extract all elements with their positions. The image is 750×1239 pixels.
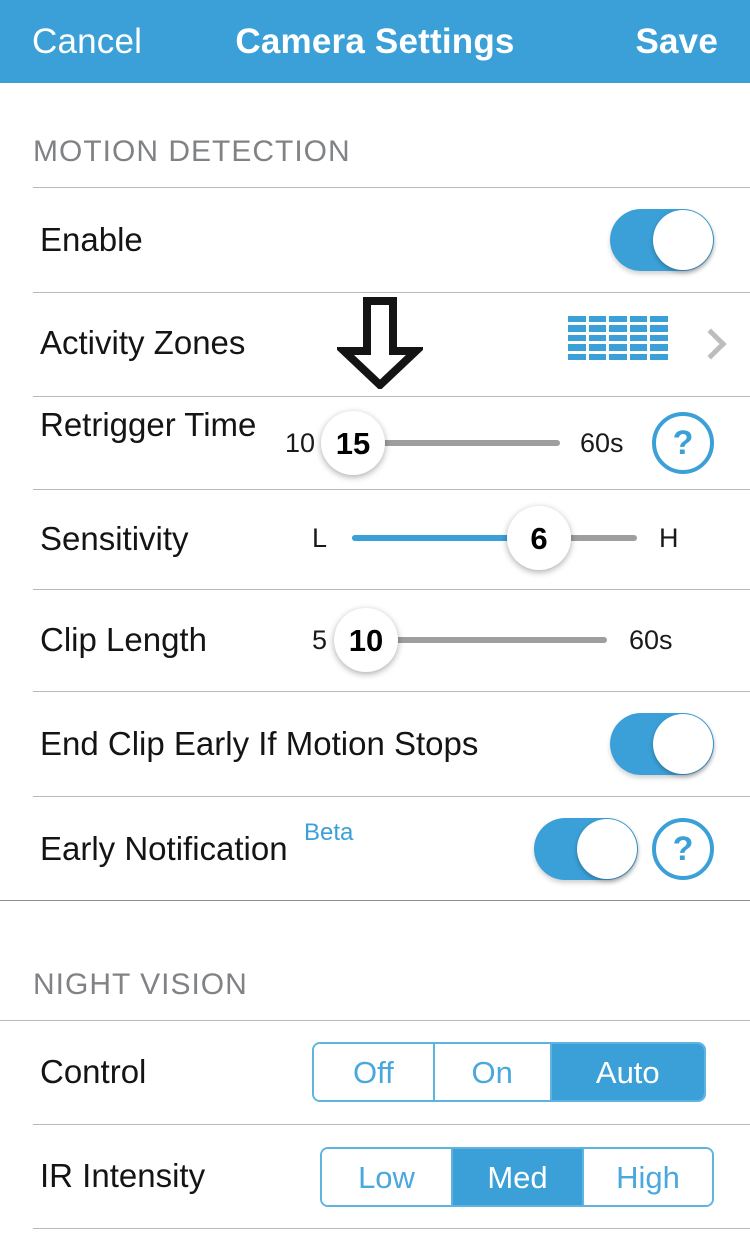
zone-cell: [630, 316, 648, 322]
zone-cell: [650, 344, 668, 350]
end-clip-early-toggle[interactable]: [610, 713, 714, 775]
beta-badge: Beta: [304, 821, 353, 845]
sensitivity-min-label: L: [312, 525, 327, 552]
activity-zone-grid-icon[interactable]: [568, 316, 668, 360]
zone-cell: [609, 325, 627, 331]
row-control[interactable]: Control Off On Auto: [0, 1021, 750, 1124]
row-enable[interactable]: Enable: [0, 188, 750, 292]
chevron-right-icon[interactable]: [695, 328, 726, 359]
zone-cell: [589, 354, 607, 360]
retrigger-time-slider[interactable]: 10 15 60s: [340, 419, 560, 467]
clip-length-min-label: 5: [312, 627, 327, 654]
row-label-sensitivity: Sensitivity: [40, 519, 189, 559]
row-early-notification[interactable]: Early Notification Beta ?: [0, 797, 750, 900]
camera-settings-screen: Cancel Camera Settings Save MOTION DETEC…: [0, 0, 750, 1239]
zone-cell: [589, 335, 607, 341]
zone-cell: [630, 325, 648, 331]
zone-cell: [609, 316, 627, 322]
zone-cell: [589, 325, 607, 331]
row-label-early-notification: Early Notification: [40, 829, 288, 869]
clip-length-slider[interactable]: 5 10 60s: [352, 616, 607, 664]
sensitivity-slider-thumb[interactable]: 6: [507, 506, 571, 570]
zone-cell: [609, 335, 627, 341]
row-label-control: Control: [40, 1052, 146, 1092]
retrigger-max-label: 60s: [580, 430, 624, 457]
row-label-clip-length: Clip Length: [40, 620, 207, 660]
zone-cell: [568, 354, 586, 360]
zone-cell: [568, 335, 586, 341]
save-button[interactable]: Save: [635, 24, 718, 59]
row-sensitivity[interactable]: Sensitivity L 6 H: [0, 490, 750, 589]
segment-option-med[interactable]: Med: [453, 1149, 584, 1205]
sensitivity-slider[interactable]: L 6 H: [352, 514, 637, 562]
row-end-clip-early[interactable]: End Clip Early If Motion Stops: [0, 692, 750, 796]
early-notification-toggle[interactable]: [534, 818, 638, 880]
retrigger-slider-thumb[interactable]: 15: [321, 411, 385, 475]
row-clip-length[interactable]: Clip Length 5 10 60s: [0, 590, 750, 691]
divider: [33, 1228, 750, 1229]
zone-cell: [568, 325, 586, 331]
zone-cell: [609, 354, 627, 360]
section-header-night-vision: NIGHT VISION: [33, 970, 248, 1000]
clip-length-max-label: 60s: [629, 627, 673, 654]
row-activity-zones[interactable]: Activity Zones: [0, 293, 750, 396]
zone-cell: [650, 325, 668, 331]
toggle-knob: [653, 210, 713, 270]
toggle-knob: [577, 819, 637, 879]
segment-option-low[interactable]: Low: [322, 1149, 453, 1205]
zone-cell: [630, 335, 648, 341]
zone-cell: [650, 354, 668, 360]
segment-option-on[interactable]: On: [435, 1044, 552, 1100]
zone-cell: [650, 335, 668, 341]
row-retrigger-time[interactable]: Retrigger Time 10 15 60s ?: [0, 397, 750, 489]
retrigger-min-label: 10: [285, 430, 315, 457]
zone-cell: [609, 344, 627, 350]
row-label-retrigger-time: Retrigger Time: [40, 405, 270, 445]
sensitivity-max-label: H: [659, 525, 679, 552]
section-header-motion-detection: MOTION DETECTION: [33, 137, 351, 167]
early-notification-help-icon[interactable]: ?: [652, 818, 714, 880]
slider-fill: [352, 535, 532, 541]
zone-cell: [589, 344, 607, 350]
zone-cell: [650, 316, 668, 322]
row-label-ir-intensity: IR Intensity: [40, 1156, 205, 1196]
toggle-knob: [653, 714, 713, 774]
cancel-button[interactable]: Cancel: [32, 24, 142, 59]
row-label-activity-zones: Activity Zones: [40, 323, 245, 363]
section-divider: [0, 900, 750, 901]
zone-cell: [568, 344, 586, 350]
segment-option-high[interactable]: High: [584, 1149, 712, 1205]
enable-toggle[interactable]: [610, 209, 714, 271]
segment-option-off[interactable]: Off: [314, 1044, 435, 1100]
zone-cell: [589, 316, 607, 322]
navigation-bar: Cancel Camera Settings Save: [0, 0, 750, 83]
retrigger-help-icon[interactable]: ?: [652, 412, 714, 474]
clip-length-slider-thumb[interactable]: 10: [334, 608, 398, 672]
zone-cell: [568, 316, 586, 322]
night-vision-control-segmented[interactable]: Off On Auto: [312, 1042, 706, 1102]
row-ir-intensity[interactable]: IR Intensity Low Med High: [0, 1125, 750, 1228]
row-label-end-clip-early: End Clip Early If Motion Stops: [40, 724, 478, 764]
zone-cell: [630, 344, 648, 350]
zone-cell: [630, 354, 648, 360]
segment-option-auto[interactable]: Auto: [552, 1044, 704, 1100]
ir-intensity-segmented[interactable]: Low Med High: [320, 1147, 714, 1207]
row-label-enable: Enable: [40, 220, 143, 260]
